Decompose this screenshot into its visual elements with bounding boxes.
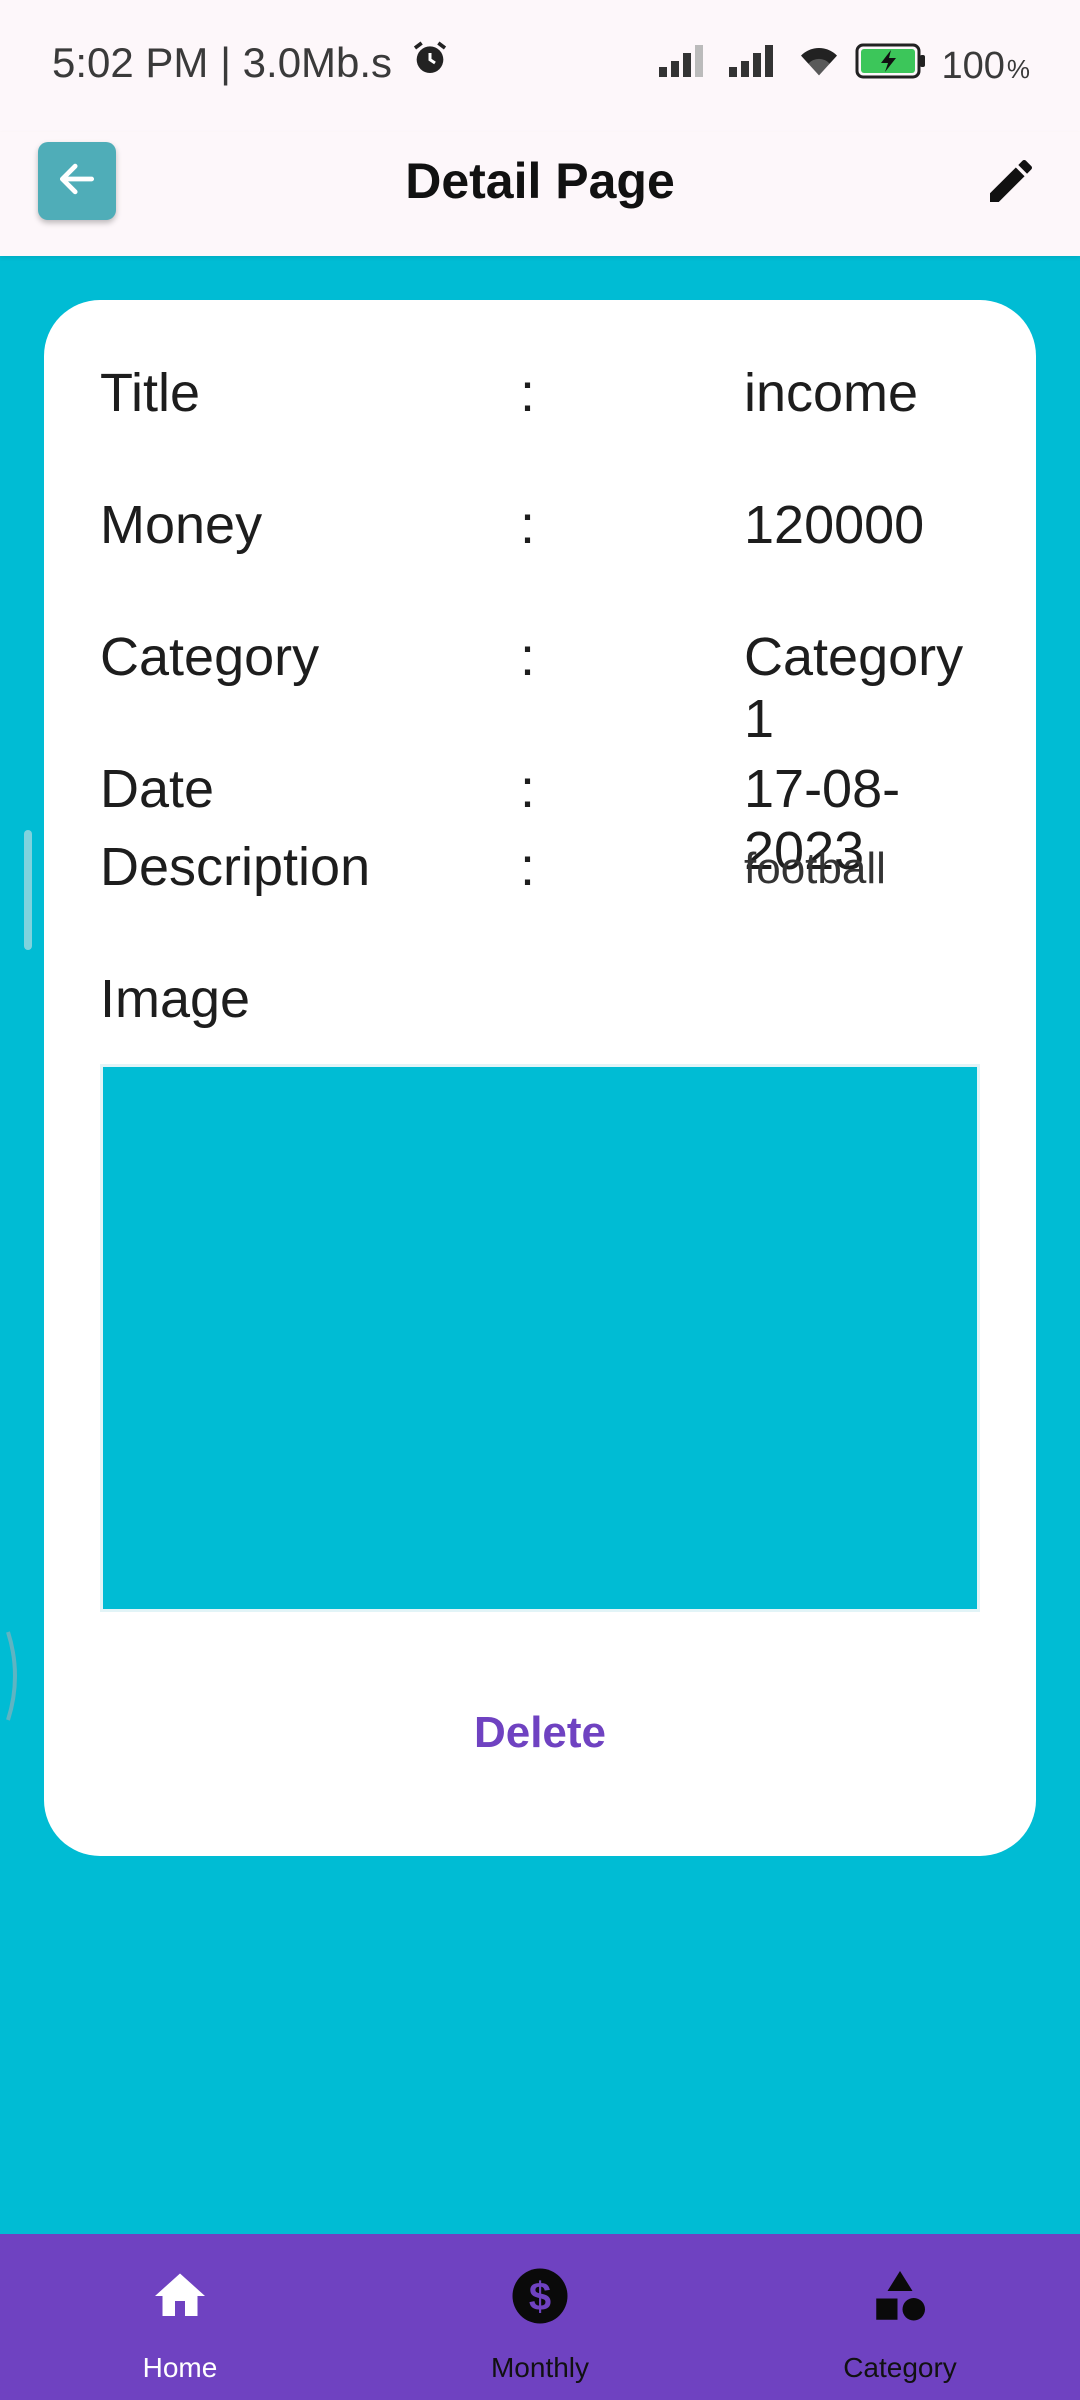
detail-value: income [744,363,919,423]
status-bar: 5:02 PM | 3.0Mb.s 100% [0,0,1080,132]
edge-panel-handle[interactable] [24,830,32,950]
detail-separator: : [520,495,536,555]
detail-value: 120000 [744,495,925,555]
wifi-icon [797,43,841,89]
shapes-icon [870,2266,930,2326]
detail-card: Title : income Money : 120000 Category :… [44,300,1036,1856]
back-gesture-indicator [4,1628,24,1724]
signal-icon-2 [727,43,783,89]
detail-label: Category [100,627,320,687]
nav-label-category: Category [843,2352,957,2383]
svg-text:$: $ [529,2275,551,2319]
detail-separator: : [520,837,536,897]
battery-percent-sign: % [1006,53,1030,84]
edit-button[interactable] [978,150,1044,216]
detail-separator: : [520,627,536,687]
image-label: Image [100,969,251,1029]
alarm-icon [410,38,450,88]
detail-row-description: Description : football [100,836,1000,906]
battery-percent: 100 [941,44,1005,87]
app-bar: Detail Page [0,132,1080,256]
pencil-icon [983,153,1039,214]
detail-row-category: Category : Category 1 [100,626,1000,749]
bottom-navigation: Home $ Monthly Category [0,2234,1080,2400]
nav-label-monthly: Monthly [490,2352,590,2383]
battery-icon [855,42,927,90]
home-icon [150,2266,210,2326]
dollar-icon: $ [510,2266,570,2326]
detail-label: Money [100,495,263,555]
detail-separator: : [520,759,536,819]
detail-row-date: Date : 17-08-2023 [100,758,1000,881]
detail-label: Description [100,837,371,897]
detail-value: football [744,844,886,893]
detail-label: Title [100,363,201,423]
detail-row-title: Title : income [100,362,1000,432]
detail-row-money: Money : 120000 [100,494,1000,564]
nav-label-home: Home [142,2352,218,2383]
detail-label: Date [100,759,215,819]
nav-item-home[interactable]: Home [0,2234,360,2400]
delete-button[interactable]: Delete [44,1708,1036,1758]
detail-value: Category 1 [744,627,964,749]
page-title: Detail Page [405,153,675,209]
nav-item-category[interactable]: Category [720,2234,1080,2400]
detail-separator: : [520,363,536,423]
status-time: 5:02 PM | 3.0Mb.s [52,39,393,86]
signal-icon [657,43,713,89]
image-preview[interactable] [100,1064,980,1612]
image-section: Image [100,968,1000,1038]
nav-item-monthly[interactable]: $ Monthly [360,2234,720,2400]
